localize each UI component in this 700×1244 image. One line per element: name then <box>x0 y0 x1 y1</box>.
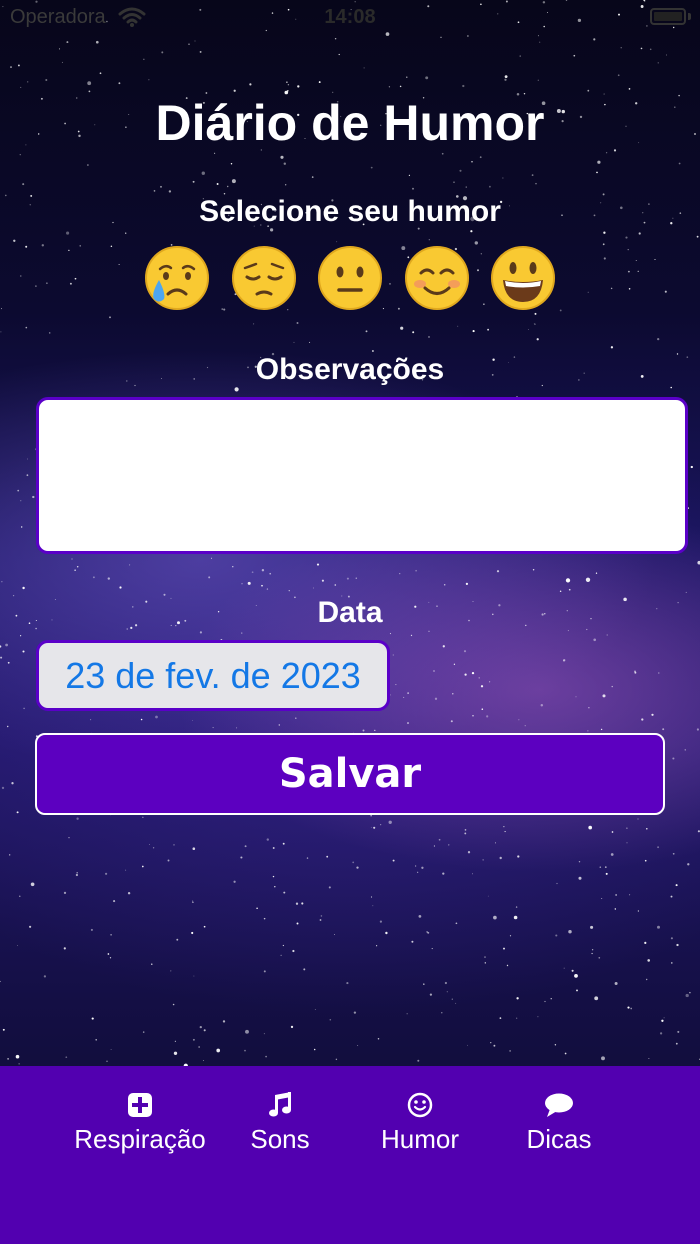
tab-respiracao[interactable]: Respiração <box>70 1090 210 1160</box>
mood-section-label: Selecione seu humor <box>199 195 501 228</box>
grinning-face-icon[interactable] <box>489 244 557 312</box>
notes-label: Observações <box>255 353 445 386</box>
page-title: Diário de Humor <box>155 95 545 151</box>
music-note-icon <box>265 1090 295 1120</box>
tab-sons[interactable]: Sons <box>230 1090 330 1160</box>
tab-bar: Respiração Sons Humor Dicas <box>0 1066 700 1244</box>
date-value: 23 de fev. de 2023 <box>65 654 361 696</box>
notes-textarea[interactable] <box>36 397 688 554</box>
chat-bubble-icon <box>544 1090 574 1120</box>
neutral-face-icon[interactable] <box>316 244 384 312</box>
battery-icon <box>650 8 686 25</box>
plus-square-icon <box>125 1090 155 1120</box>
tab-label: Dicas <box>526 1124 592 1154</box>
tab-dicas[interactable]: Dicas <box>509 1090 609 1160</box>
battery-tip <box>688 13 691 20</box>
tab-label: Humor <box>380 1124 459 1154</box>
status-bar: Operadora 14:08 <box>0 0 700 40</box>
smiling-face-icon[interactable] <box>403 244 471 312</box>
date-picker[interactable]: 23 de fev. de 2023 <box>36 640 390 711</box>
tab-humor[interactable]: Humor <box>370 1090 470 1160</box>
date-label: Data <box>317 596 383 629</box>
pensive-face-icon[interactable] <box>230 244 298 312</box>
status-time: 14:08 <box>324 6 376 28</box>
smiley-icon <box>405 1090 435 1120</box>
tab-label: Respiração <box>74 1124 206 1154</box>
tab-label: Sons <box>250 1124 310 1154</box>
crying-face-icon[interactable] <box>143 244 211 312</box>
mood-selector <box>143 244 557 312</box>
save-button[interactable]: Salvar <box>35 733 665 815</box>
